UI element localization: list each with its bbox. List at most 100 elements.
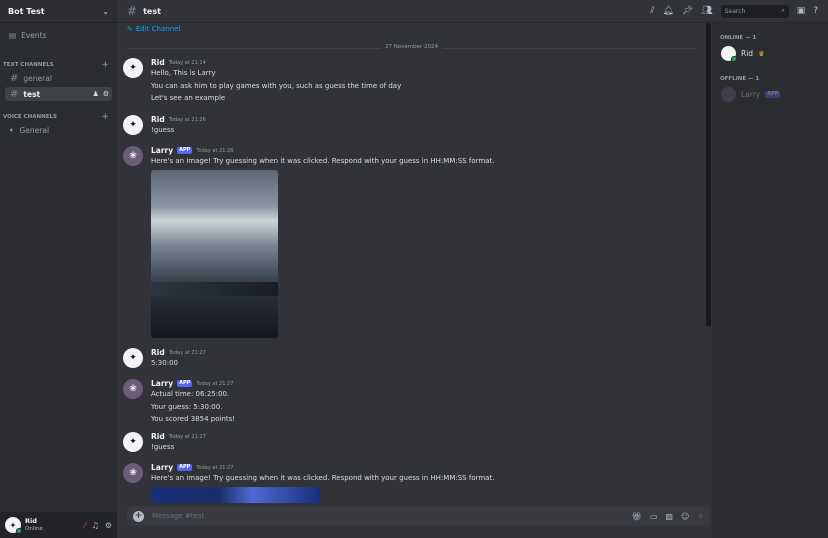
message-list[interactable]: ✎ Edit Channel 27 November 2024 ✦ Rid To…	[117, 23, 706, 503]
message-timestamp: Today at 21:26	[168, 116, 206, 123]
members-icon[interactable]: 👥︎	[701, 6, 712, 16]
edit-channel-link[interactable]: ✎ Edit Channel	[127, 25, 180, 33]
channel-item-test[interactable]: # test ♟ ⚙	[5, 87, 112, 101]
message: ✦ Rid Today at 21:26 !guess	[123, 115, 698, 137]
channel-name: test	[23, 89, 41, 99]
message-text: 5:30:00	[151, 359, 178, 367]
gear-icon[interactable]: ⚙	[103, 90, 109, 98]
message-author[interactable]: Rid	[151, 115, 165, 124]
category-label: TEXT CHANNELS	[3, 62, 54, 68]
bell-icon[interactable]: 🔔︎	[662, 6, 673, 16]
message-text: !guess	[151, 126, 175, 134]
add-channel-icon[interactable]: +	[101, 112, 109, 122]
message-composer[interactable]: + Message #test 🎁︎ ▭ ▨ ☺ ⁘	[127, 506, 710, 526]
mic-muted-icon[interactable]: ⁄	[84, 521, 85, 530]
help-icon[interactable]: ?	[813, 6, 818, 16]
message: ✦ Rid Today at 21:27 5:30:00	[123, 348, 698, 370]
apps-icon[interactable]: ⁘	[697, 512, 704, 521]
user-status: Online	[25, 525, 43, 532]
chat-scrollbar[interactable]	[706, 23, 711, 327]
settings-gear-icon[interactable]: ⚙	[105, 521, 112, 530]
image-attachment[interactable]	[151, 486, 320, 503]
sticker-icon[interactable]: ▨	[665, 512, 673, 521]
app-badge: APP	[765, 91, 781, 98]
gift-icon[interactable]: 🎁︎	[632, 512, 642, 521]
message-author[interactable]: Rid	[151, 348, 165, 357]
app-badge: APP	[177, 464, 193, 471]
chevron-down-icon[interactable]: ⌄	[102, 7, 109, 16]
hash-icon: #	[127, 4, 138, 18]
message-input[interactable]: Message #test	[152, 512, 204, 520]
calendar-icon: ▤	[9, 31, 17, 40]
image-attachment[interactable]	[151, 169, 278, 338]
avatar[interactable]: ✦	[5, 517, 22, 534]
edit-channel-label: Edit Channel	[135, 25, 181, 33]
app-badge: APP	[177, 380, 193, 387]
voice-channels-category[interactable]: VOICE CHANNELS +	[3, 112, 109, 122]
bot-avatar	[721, 87, 736, 102]
search-icon: ⌕	[781, 7, 785, 14]
message-timestamp: Today at 21:27	[196, 464, 234, 471]
channel-title: test	[143, 6, 161, 16]
member-item-rid[interactable]: Rid ♛	[721, 46, 764, 62]
inbox-icon[interactable]: ▣	[797, 6, 806, 16]
speaker-icon: 🔈︎	[10, 125, 15, 134]
text-channels-category[interactable]: TEXT CHANNELS +	[3, 60, 109, 70]
server-name: Bot Test	[8, 6, 45, 16]
discord-window: Bot Test ⌄ ▤ Events TEXT CHANNELS + # ge…	[0, 0, 828, 538]
message-author[interactable]: Larry	[151, 146, 173, 155]
upload-plus-icon[interactable]: +	[133, 510, 144, 522]
date-divider-label: 27 November 2024	[380, 44, 443, 50]
search-placeholder: Search	[724, 7, 746, 15]
emoji-icon[interactable]: ☺	[681, 512, 689, 521]
message-text: Here's an image! Try guessing when it wa…	[151, 474, 495, 482]
channel-item-general[interactable]: # general	[5, 71, 112, 85]
message-timestamp: Today at 21:14	[168, 59, 206, 66]
message-text: Actual time: 06:25:00.	[151, 390, 230, 398]
avatar[interactable]: ✦	[123, 58, 143, 78]
message-text: Hello, This is Larry	[151, 69, 216, 77]
avatar[interactable]: ✦	[123, 348, 143, 368]
message: ✦ Rid Today at 21:14 Hello, This is Larr…	[123, 58, 698, 105]
bot-avatar[interactable]: ❀	[123, 146, 143, 166]
message-author[interactable]: Larry	[151, 463, 173, 472]
voice-channel-general[interactable]: 🔈︎ General	[5, 123, 112, 137]
bot-avatar[interactable]: ❀	[123, 379, 143, 399]
server-header[interactable]: Bot Test ⌄	[0, 0, 117, 23]
channel-name: General	[19, 125, 50, 135]
message-text: Let's see an example	[151, 94, 226, 102]
search-input[interactable]: Search ⌕	[720, 4, 789, 18]
channel-sidebar: Bot Test ⌄ ▤ Events TEXT CHANNELS + # ge…	[0, 0, 117, 538]
online-category: ONLINE — 1	[720, 35, 757, 41]
events-item[interactable]: ▤ Events	[9, 31, 47, 40]
message-timestamp: Today at 21:26	[196, 147, 234, 154]
pin-icon[interactable]: 📌︎	[682, 6, 693, 16]
message-author[interactable]: Larry	[151, 379, 173, 388]
message-author[interactable]: Rid	[151, 432, 165, 441]
add-member-icon[interactable]: ♟	[92, 90, 98, 98]
date-divider: 27 November 2024	[127, 44, 696, 50]
add-channel-icon[interactable]: +	[101, 60, 109, 70]
threads-icon[interactable]: ⫽	[650, 6, 654, 16]
hash-icon: #	[10, 72, 19, 84]
message-timestamp: Today at 21:27	[196, 380, 234, 387]
avatar[interactable]: ✦	[123, 115, 143, 135]
app-badge: APP	[177, 147, 193, 154]
message-author[interactable]: Rid	[151, 58, 165, 67]
headphones-icon[interactable]: ♫	[92, 521, 99, 530]
message-timestamp: Today at 21:27	[168, 349, 206, 356]
message-text: You can ask him to play games with you, …	[151, 81, 402, 90]
gif-icon[interactable]: ▭	[650, 512, 658, 521]
message-timestamp: Today at 21:27	[168, 433, 206, 440]
member-list: ONLINE — 1 Rid ♛ OFFLINE — 1 Larry APP	[712, 23, 828, 538]
message-text: Here's an image! Try guessing when it wa…	[151, 157, 495, 165]
member-item-larry[interactable]: Larry APP	[721, 87, 781, 102]
bot-avatar[interactable]: ❀	[123, 463, 143, 483]
message: ❀ Larry APP Today at 21:27 Actual time: …	[123, 379, 698, 426]
pencil-icon: ✎	[127, 25, 133, 33]
member-name: Larry	[741, 90, 761, 99]
avatar[interactable]: ✦	[123, 432, 143, 452]
category-label: VOICE CHANNELS	[3, 114, 57, 120]
channel-name: general	[23, 73, 52, 83]
username: Rid	[25, 517, 37, 526]
